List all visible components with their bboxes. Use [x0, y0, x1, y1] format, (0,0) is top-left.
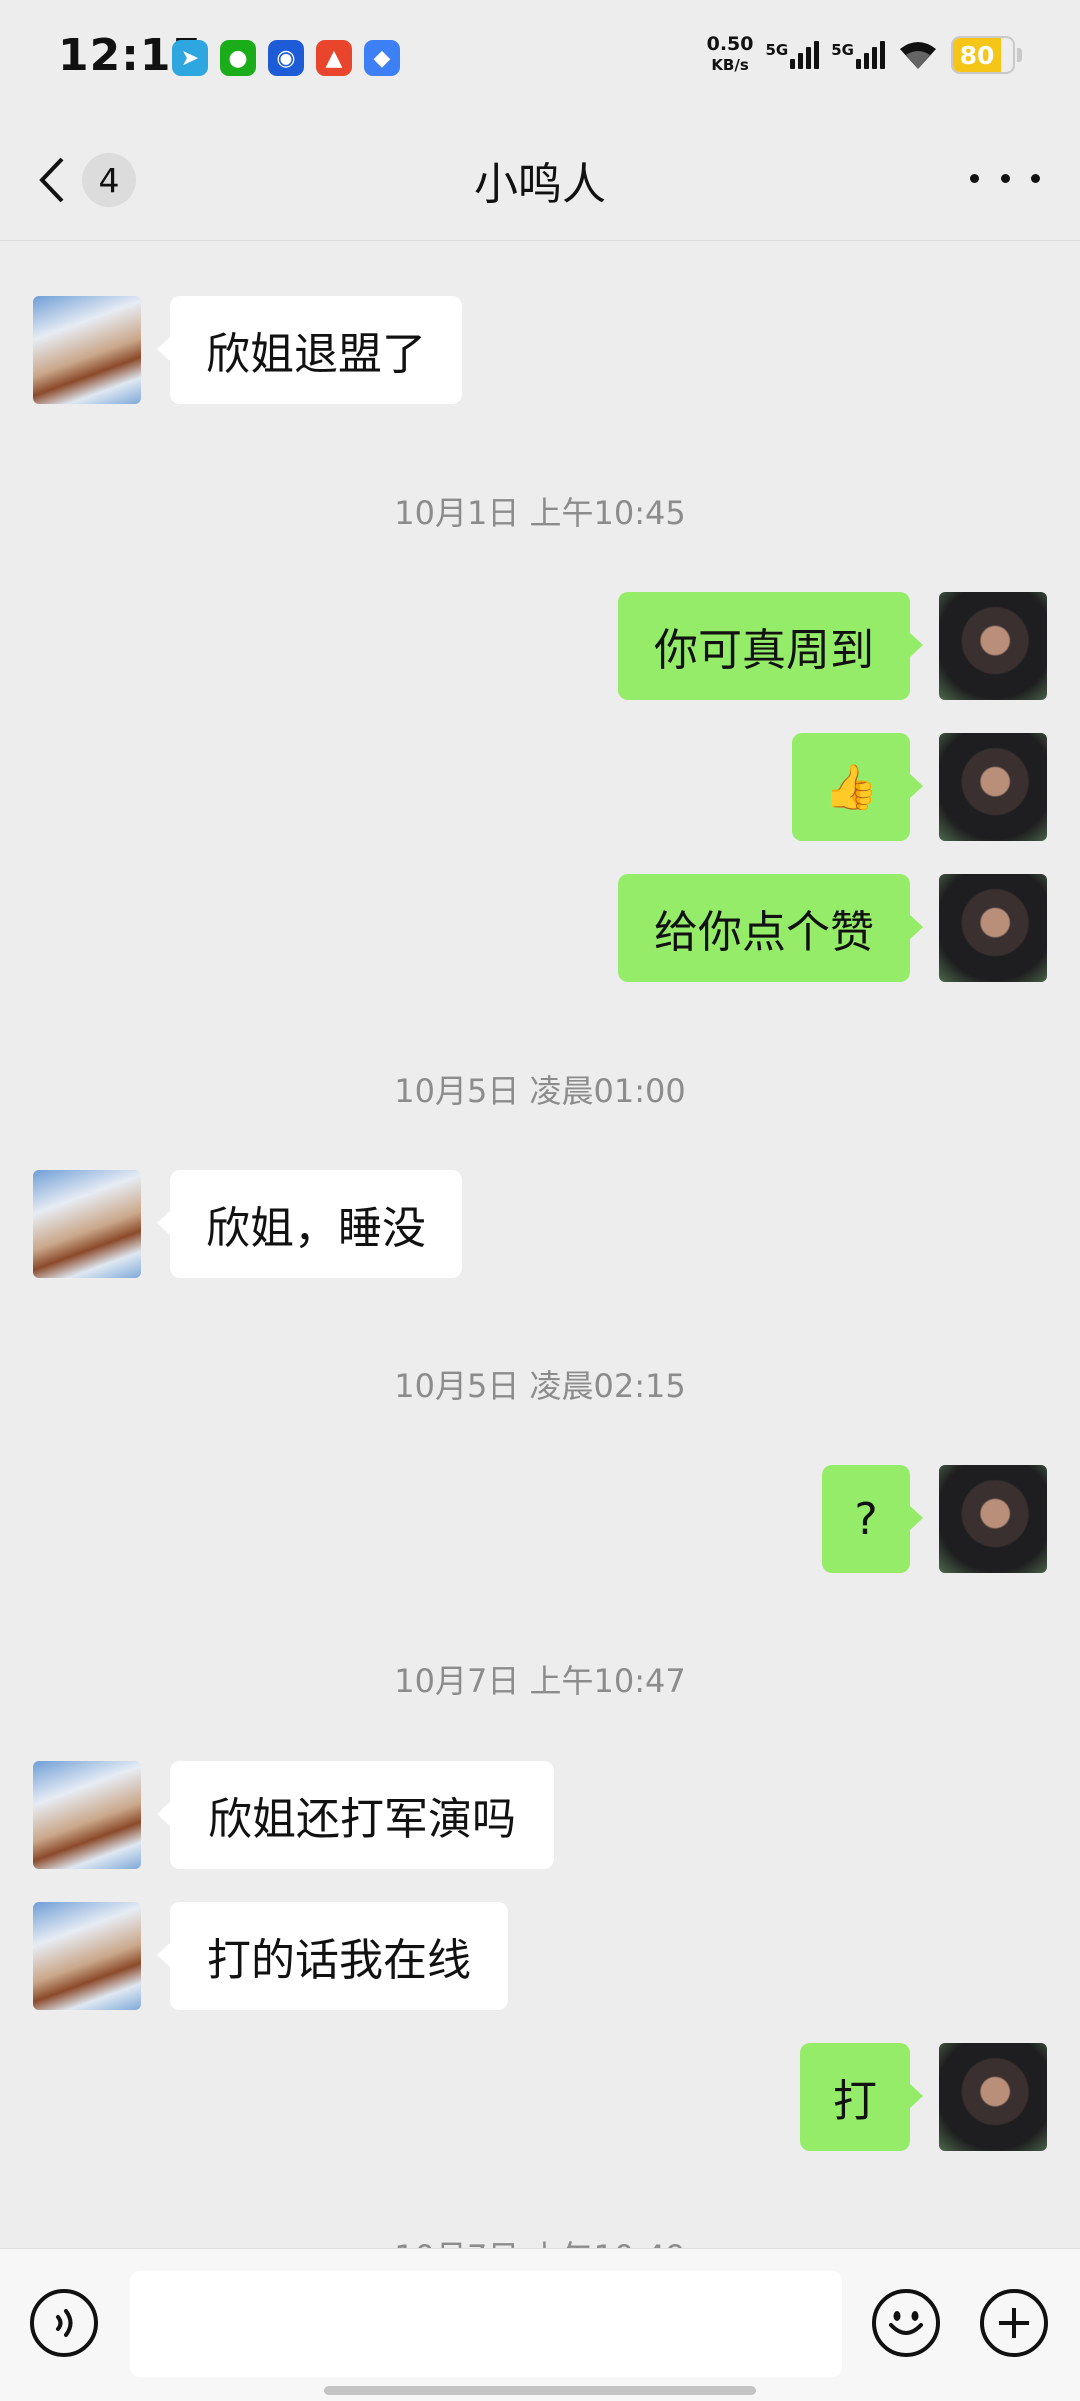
home-indicator[interactable] — [324, 2386, 756, 2395]
more-options-button[interactable] — [970, 158, 1040, 198]
network-speed: 0.50 KB/s — [707, 34, 754, 76]
plus-icon — [999, 2308, 1029, 2338]
contact-avatar[interactable] — [33, 1761, 141, 1869]
chat-header: 4 小鸣人 — [0, 118, 1080, 241]
wifi-icon — [900, 42, 936, 69]
dot-icon — [1000, 173, 1010, 183]
message-input[interactable] — [130, 2271, 842, 2377]
message-bubble[interactable]: ? — [822, 1465, 923, 1573]
dot-icon — [970, 173, 979, 183]
wechat-icon: ● — [220, 40, 256, 76]
dot-icon — [1031, 173, 1040, 183]
telegram-icon: ➤ — [172, 40, 208, 76]
status-bar: 12:15 ➤ ● ◉ ▲ ◆ 0.50 KB/s 5G 5G 80 — [0, 0, 1080, 118]
voice-button[interactable] — [30, 2289, 98, 2357]
emoji-button[interactable] — [872, 2289, 940, 2357]
message-bubble[interactable]: 欣姐还打军演吗 — [157, 1761, 554, 1869]
app-icon-square: ◆ — [364, 40, 400, 76]
my-avatar[interactable] — [939, 733, 1047, 841]
emoji-icon — [889, 2311, 923, 2335]
sim1-label: 5G — [765, 41, 789, 59]
message-bubble[interactable]: 欣姐退盟了 — [157, 296, 462, 404]
message-timestamp: 10月5日 凌晨02:15 — [394, 1367, 686, 1405]
status-indicators: 0.50 KB/s 5G 5G 80 — [707, 34, 1022, 76]
my-avatar[interactable] — [939, 2043, 1047, 2151]
net-speed-unit: KB/s — [711, 56, 749, 74]
signal-icon-sim2: 5G — [831, 41, 885, 69]
message-bubble[interactable]: 你可真周到 — [618, 592, 923, 700]
add-attachment-button[interactable] — [980, 2289, 1048, 2357]
contact-avatar[interactable] — [33, 296, 141, 404]
my-avatar[interactable] — [939, 592, 1047, 700]
message-bubble[interactable]: 欣姐，睡没 — [157, 1170, 462, 1278]
message-bubble[interactable]: 给你点个赞 — [618, 874, 923, 982]
message-bubble[interactable]: 打的话我在线 — [157, 1902, 508, 2010]
sim2-label: 5G — [831, 41, 854, 59]
message-timestamp: 10月1日 上午10:45 — [394, 494, 686, 532]
net-speed-value: 0.50 — [706, 33, 754, 55]
battery-level: 80 — [953, 38, 1001, 72]
voice-icon — [56, 2309, 73, 2337]
message-bubble[interactable]: 打 — [800, 2043, 923, 2151]
contact-avatar[interactable] — [33, 1902, 141, 2010]
contact-avatar[interactable] — [33, 1170, 141, 1278]
app-icon-blue: ◉ — [268, 40, 304, 76]
message-timestamp: 10月5日 凌晨01:00 — [394, 1072, 686, 1110]
notification-icons: ➤ ● ◉ ▲ ◆ — [172, 40, 400, 76]
message-input-bar — [0, 2248, 1080, 2401]
signal-icon-sim1: 5G — [766, 41, 820, 69]
chat-title: 小鸣人 — [474, 159, 606, 210]
battery-icon: 80 — [951, 36, 1022, 74]
my-avatar[interactable] — [939, 1465, 1047, 1573]
thumbs-up-emoji[interactable]: 👍 — [792, 733, 923, 841]
message-timestamp: 10月7日 上午10:47 — [394, 1662, 686, 1700]
my-avatar[interactable] — [939, 874, 1047, 982]
app-icon-red: ▲ — [316, 40, 352, 76]
